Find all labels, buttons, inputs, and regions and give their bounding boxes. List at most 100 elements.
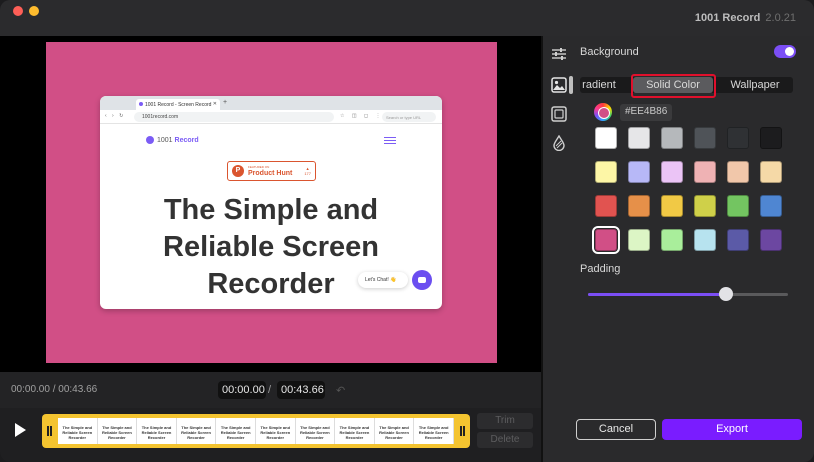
color-swatch[interactable] — [595, 161, 617, 183]
color-swatch[interactable] — [694, 195, 716, 217]
trim-button[interactable]: Trim — [477, 413, 533, 429]
trim-handle-right-grip[interactable] — [463, 426, 465, 436]
headline-line-2: Reliable Screen — [163, 231, 379, 263]
new-tab-icon: + — [223, 99, 228, 106]
background-canvas: 1001 Record - Screen Record ✕ + ‹ › ↻ 10… — [46, 42, 497, 363]
browser-tab-bar: 1001 Record - Screen Record ✕ + — [100, 96, 442, 110]
timeline-track-area: The Simple and Reliable Screen Recorder … — [0, 408, 541, 462]
color-swatch[interactable] — [760, 195, 782, 217]
background-label: Background — [580, 46, 639, 58]
time-bar: 00:00.00 / 00:43.66 00:00.00 / 00:43.66 … — [0, 372, 541, 408]
background-settings-panel: Background radient Solid Color Wallpaper… — [573, 36, 814, 462]
frame-icon[interactable] — [551, 106, 567, 122]
app-window: 1001 Record 2.0.21 1001 Record - Screen … — [0, 0, 814, 462]
logo-brand: Record — [174, 136, 199, 144]
trim-handle-left-grip[interactable] — [50, 426, 52, 436]
headline-line-1: The Simple and — [163, 194, 379, 226]
preview-area: 1001 Record - Screen Record ✕ + ‹ › ↻ 10… — [0, 36, 541, 372]
tab-favicon-icon — [139, 102, 143, 106]
cancel-button[interactable]: Cancel — [576, 419, 656, 440]
play-button[interactable] — [14, 422, 28, 438]
padding-label: Padding — [580, 263, 621, 275]
clip-frame: The Simple and Reliable Screen Recorder — [98, 418, 138, 444]
recorded-browser-frame: 1001 Record - Screen Record ✕ + ‹ › ↻ 10… — [100, 96, 442, 309]
browser-url-bar: ‹ › ↻ 1001record.com ☆ ◫ ◻ ⋮ Search or t… — [100, 110, 442, 124]
clip-frame: The Simple and Reliable Screen Recorder — [216, 418, 256, 444]
total-time-field[interactable]: 00:43.66 — [277, 381, 325, 399]
adjustments-icon[interactable] — [551, 46, 567, 62]
color-swatch[interactable] — [661, 229, 683, 251]
tab-gradient[interactable]: radient — [580, 77, 624, 93]
product-hunt-badge: P FEATURED ON Product Hunt ▲ 177 — [227, 161, 316, 181]
tab-close-icon: ✕ — [212, 101, 217, 107]
tab-wallpaper[interactable]: Wallpaper — [720, 77, 790, 93]
trim-handle-left[interactable] — [47, 426, 49, 436]
clip-frame: The Simple and Reliable Screen Recorder — [177, 418, 217, 444]
badge-count: 177 — [304, 171, 311, 176]
browser-tab: 1001 Record - Screen Record ✕ — [136, 99, 220, 110]
title-bar: 1001 Record 2.0.21 — [0, 0, 814, 36]
elapsed-total-time: 00:00.00 / 00:43.66 — [11, 384, 98, 395]
clip-frame: The Simple and Reliable Screen Recorder — [137, 418, 177, 444]
color-wheel-icon[interactable] — [594, 103, 612, 121]
padding-slider-fill — [588, 293, 726, 296]
color-swatch[interactable] — [694, 229, 716, 251]
close-window-button[interactable] — [13, 6, 23, 16]
color-swatch[interactable] — [760, 127, 782, 149]
minimize-window-button[interactable] — [29, 6, 39, 16]
color-swatch[interactable] — [727, 195, 749, 217]
clip-frame: The Simple and Reliable Screen Recorder — [296, 418, 336, 444]
color-swatch[interactable] — [592, 226, 620, 254]
current-time-field[interactable]: 00:00.00 — [218, 381, 266, 399]
browser-search-field: Search or type URL — [382, 112, 436, 122]
export-button[interactable]: Export — [662, 419, 802, 440]
color-swatch[interactable] — [760, 229, 782, 251]
color-swatch[interactable] — [628, 127, 650, 149]
padding-slider[interactable] — [588, 287, 788, 301]
color-swatch[interactable] — [661, 195, 683, 217]
clip-frame: The Simple and Reliable Screen Recorder — [375, 418, 415, 444]
clip-frame: The Simple and Reliable Screen Recorder — [335, 418, 375, 444]
color-swatch[interactable] — [760, 161, 782, 183]
color-swatch[interactable] — [595, 195, 617, 217]
color-swatch[interactable] — [727, 161, 749, 183]
hamburger-menu-icon — [384, 137, 396, 144]
color-swatch[interactable] — [727, 229, 749, 251]
browser-nav-icons: ‹ › ↻ — [105, 113, 126, 119]
chat-bubble-icon — [412, 270, 432, 290]
hex-color-input[interactable]: #EE4B86 — [620, 104, 672, 121]
app-version: 2.0.21 — [765, 12, 796, 24]
tab-title: 1001 Record - Screen Record — [145, 102, 212, 108]
color-swatch[interactable] — [628, 161, 650, 183]
solid-color-tab-highlight — [631, 74, 716, 98]
color-swatch[interactable] — [694, 161, 716, 183]
color-swatch[interactable] — [628, 195, 650, 217]
badge-upvotes: ▲ 177 — [304, 166, 311, 176]
logo-mark-icon — [146, 136, 154, 144]
clip-thumbnails: The Simple and Reliable Screen Recorder … — [58, 418, 454, 444]
clip-frame: The Simple and Reliable Screen Recorder — [414, 418, 454, 444]
color-swatch[interactable] — [727, 127, 749, 149]
clip-frame: The Simple and Reliable Screen Recorder — [58, 418, 98, 444]
shadow-drop-icon[interactable] — [551, 134, 567, 152]
color-swatch[interactable] — [661, 127, 683, 149]
background-toggle[interactable] — [774, 45, 796, 58]
timeline-clip[interactable]: The Simple and Reliable Screen Recorder … — [42, 414, 470, 448]
delete-button[interactable]: Delete — [477, 432, 533, 448]
color-swatch[interactable] — [628, 229, 650, 251]
color-swatch[interactable] — [694, 127, 716, 149]
clip-frame: The Simple and Reliable Screen Recorder — [256, 418, 296, 444]
browser-extension-icons: ☆ ◫ ◻ ⋮ — [340, 113, 384, 119]
logo-prefix: 1001 — [157, 136, 173, 144]
color-swatch[interactable] — [595, 127, 617, 149]
padding-slider-knob[interactable] — [719, 287, 733, 301]
badge-name: Product Hunt — [248, 170, 293, 177]
trim-handle-right[interactable] — [460, 426, 462, 436]
url-text: 1001record.com — [134, 112, 334, 122]
color-swatch[interactable] — [661, 161, 683, 183]
settings-icon-rail — [543, 36, 573, 462]
undo-icon[interactable]: ↶ — [336, 384, 345, 397]
site-logo: 1001 Record — [146, 136, 199, 144]
chat-pill: Let's Chat! 👋 — [358, 272, 408, 288]
image-icon[interactable] — [551, 77, 567, 93]
